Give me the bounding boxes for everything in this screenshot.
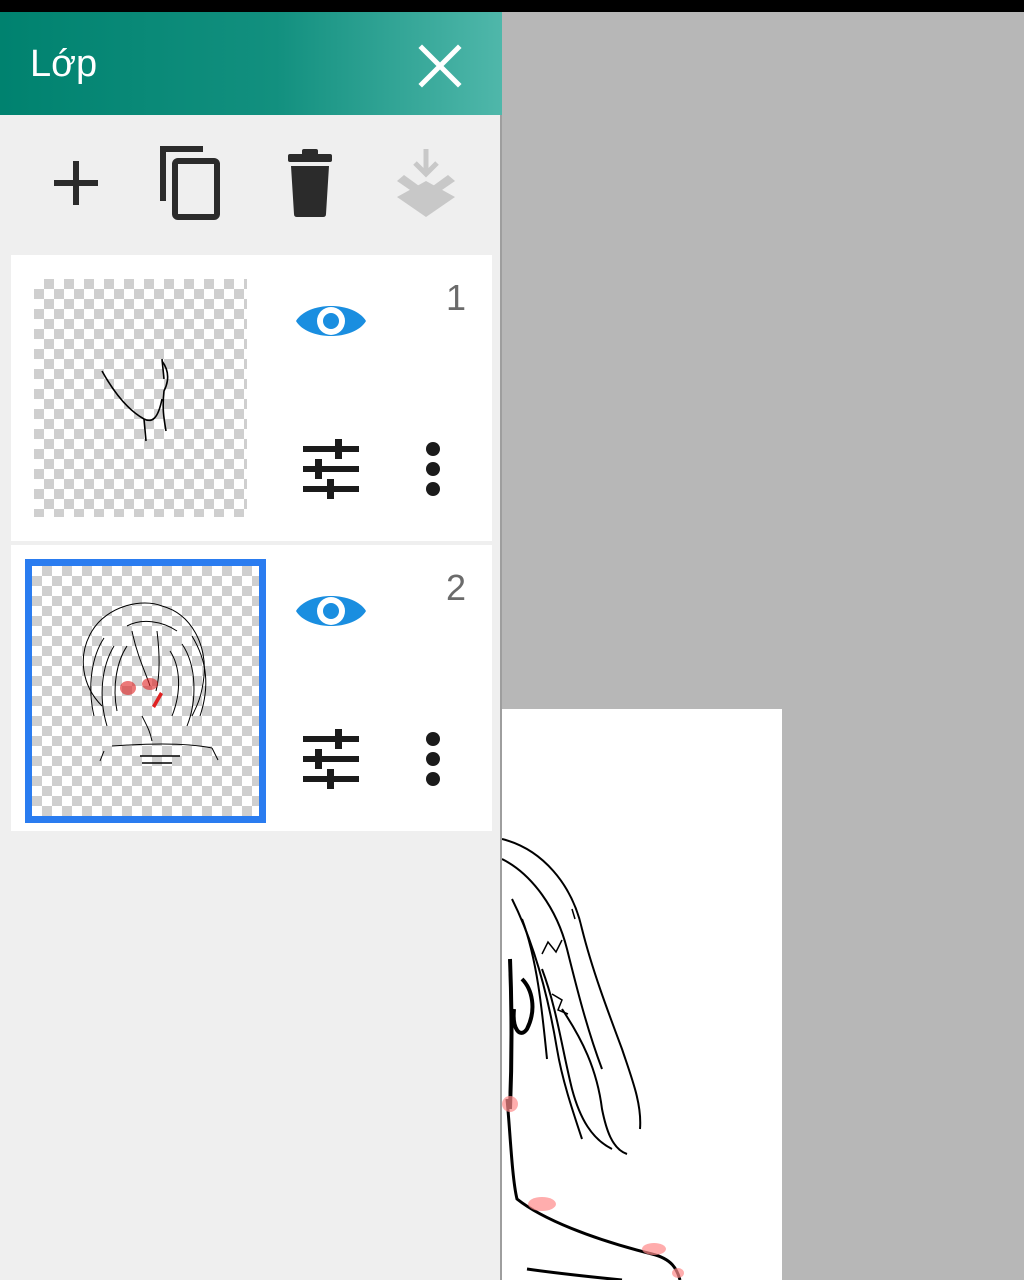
panel-title: Lớp xyxy=(30,43,98,85)
layer-adjust-icon[interactable] xyxy=(299,727,363,791)
layer-more-button[interactable] xyxy=(415,727,451,791)
add-layer-icon xyxy=(54,161,98,205)
merge-down-icon xyxy=(397,149,455,217)
drawing-canvas-area[interactable] xyxy=(502,12,1024,1280)
layer-item-1[interactable]: 1 xyxy=(11,255,492,541)
layer-thumbnail[interactable] xyxy=(34,279,247,517)
more-vert-icon xyxy=(426,732,440,786)
layer-thumbnail-selected[interactable] xyxy=(25,559,266,823)
layer-toolbar xyxy=(0,115,500,255)
panel-header: Lớp xyxy=(0,12,502,115)
layer-adjust-icon[interactable] xyxy=(299,437,363,501)
layer-item-2[interactable]: 2 xyxy=(11,545,492,831)
duplicate-layer-icon xyxy=(160,146,220,220)
duplicate-layer-button[interactable] xyxy=(148,141,232,225)
layer-2-preview xyxy=(82,602,219,764)
layer-1-preview xyxy=(101,358,169,442)
layers-panel: Lớp 1 2 xyxy=(0,12,502,1280)
canvas-artwork xyxy=(502,838,684,1280)
drawing-canvas[interactable] xyxy=(502,709,782,1280)
close-button[interactable] xyxy=(408,34,472,98)
layers-screen: Lớp 1 2 xyxy=(0,0,1024,1280)
delete-layer-icon xyxy=(288,149,332,217)
visibility-eye-icon[interactable] xyxy=(294,585,368,637)
visibility-eye-icon[interactable] xyxy=(294,295,368,347)
layer-number: 1 xyxy=(445,277,466,318)
merge-down-button[interactable] xyxy=(384,141,468,225)
status-bar xyxy=(0,0,1024,12)
close-icon xyxy=(418,44,462,88)
delete-layer-button[interactable] xyxy=(268,141,352,225)
add-layer-button[interactable] xyxy=(34,141,118,225)
more-vert-icon xyxy=(426,442,440,496)
layer-more-button[interactable] xyxy=(415,437,451,501)
layer-number: 2 xyxy=(445,567,466,608)
